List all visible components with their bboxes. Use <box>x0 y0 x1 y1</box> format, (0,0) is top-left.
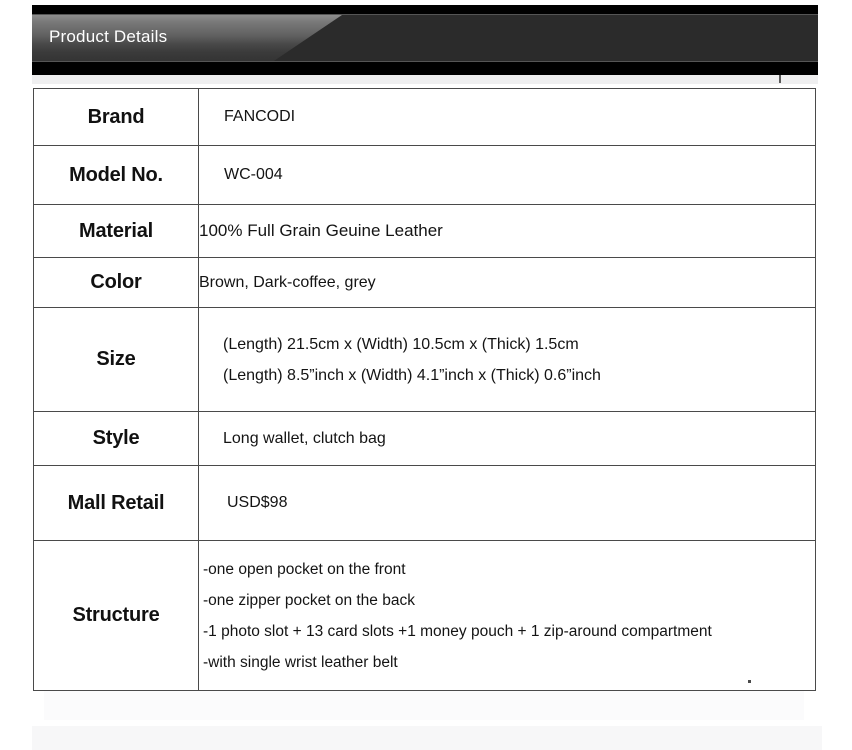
spec-label-model-no: Model No. <box>33 145 199 205</box>
spec-value-size: (Length) 21.5cm x (Width) 10.5cm x (Thic… <box>198 307 816 412</box>
spec-value-line: WC-004 <box>224 166 283 183</box>
product-details-table-body: Brand FANCODI Model No. WC-004 Material … <box>33 88 816 691</box>
background-tint-upper <box>44 690 804 720</box>
spec-value-line: USD$98 <box>227 494 288 511</box>
scan-artifact-dot <box>748 680 751 683</box>
spec-value-mall-retail: USD$98 <box>198 465 816 541</box>
spec-label-color: Color <box>33 257 199 308</box>
spec-value-line: -one open pocket on the front <box>203 560 406 578</box>
spec-value-style: Long wallet, clutch bag <box>198 411 816 466</box>
spec-value-line: (Length) 21.5cm x (Width) 10.5cm x (Thic… <box>223 335 579 353</box>
table-row: Structure -one open pocket on the front … <box>33 540 816 691</box>
banner-bottom-strip <box>32 63 818 75</box>
spec-value-line: -one zipper pocket on the back <box>203 591 415 609</box>
spec-value-line: FANCODI <box>224 108 296 125</box>
spec-value-color: Brown, Dark-coffee, grey <box>198 257 816 308</box>
table-row: Model No. WC-004 <box>33 145 816 205</box>
table-row: Material 100% Full Grain Geuine Leather <box>33 204 816 258</box>
spec-value-line: Long wallet, clutch bag <box>223 429 386 447</box>
banner-underline-tick <box>779 75 781 83</box>
spec-label-material: Material <box>33 204 199 258</box>
table-row: Size (Length) 21.5cm x (Width) 10.5cm x … <box>33 307 816 412</box>
table-row: Mall Retail USD$98 <box>33 465 816 541</box>
spec-value-brand: FANCODI <box>198 88 816 146</box>
table-row: Style Long wallet, clutch bag <box>33 411 816 466</box>
spec-value-material: 100% Full Grain Geuine Leather <box>198 204 816 258</box>
spec-label-mall-retail: Mall Retail <box>33 465 199 541</box>
spec-label-size: Size <box>33 307 199 412</box>
spec-value-line: (Length) 8.5”inch x (Width) 4.1”inch x (… <box>223 366 601 384</box>
spec-label-structure: Structure <box>33 540 199 691</box>
spec-value-line: Brown, Dark-coffee, grey <box>199 273 376 291</box>
spec-value-line: 100% Full Grain Geuine Leather <box>199 221 443 240</box>
background-tint-lower <box>32 726 822 750</box>
table-row: Brand FANCODI <box>33 88 816 146</box>
banner-title: Product Details <box>49 27 168 46</box>
banner-underline-band <box>32 75 818 84</box>
table-row: Color Brown, Dark-coffee, grey <box>33 257 816 308</box>
spec-value-line: -with single wrist leather belt <box>203 653 398 671</box>
banner-inner-bar: Product Details <box>32 14 818 62</box>
spec-value-structure: -one open pocket on the front -one zippe… <box>198 540 816 691</box>
product-details-table: Brand FANCODI Model No. WC-004 Material … <box>33 88 816 691</box>
spec-value-line: -1 photo slot + 13 card slots +1 money p… <box>203 622 712 640</box>
spec-value-model-no: WC-004 <box>198 145 816 205</box>
spec-label-brand: Brand <box>33 88 199 146</box>
spec-label-style: Style <box>33 411 199 466</box>
product-details-banner: Product Details <box>32 5 818 75</box>
